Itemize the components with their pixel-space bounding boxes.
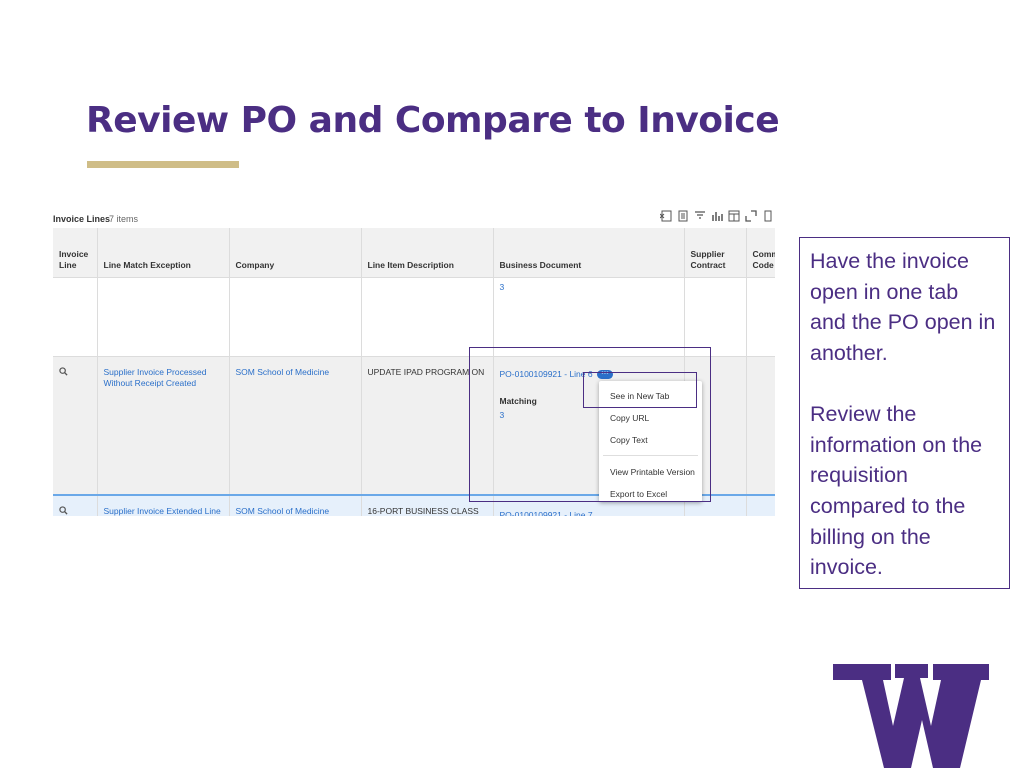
- table-cell: [53, 277, 98, 357]
- line-match-exception-link[interactable]: Supplier Invoice Extended Line: [97, 494, 230, 516]
- table-cell: [229, 277, 362, 357]
- table-cell: [746, 277, 775, 357]
- table-cell: [53, 494, 98, 516]
- line-item-description: UPDATE IPAD PROGRAM ON: [361, 356, 494, 496]
- business-document-link[interactable]: 3: [493, 277, 685, 357]
- column-header-supplier-contract[interactable]: Supplier Contract: [684, 228, 747, 278]
- grid-item-count: 7 items: [109, 214, 139, 224]
- line-item-description: 16-PORT BUSINESS CLASS: [361, 494, 494, 516]
- line-match-exception-link[interactable]: Supplier Invoice Processed Without Recei…: [97, 356, 230, 496]
- column-header-company[interactable]: Company: [229, 228, 362, 278]
- table-cell: [684, 277, 747, 357]
- menu-divider: [603, 455, 698, 456]
- grid-title: Invoice Lines: [53, 214, 111, 224]
- related-actions-menu: See in New Tab Copy URL Copy Text View P…: [599, 381, 702, 502]
- instruction-callout: Have the invoice open in one tab and the…: [799, 237, 1010, 589]
- related-actions-button[interactable]: •••: [596, 370, 613, 380]
- columns-icon[interactable]: [727, 209, 741, 223]
- menu-item-see-in-new-tab[interactable]: See in New Tab: [610, 391, 669, 401]
- search-icon[interactable]: [59, 367, 68, 378]
- export-excel-icon[interactable]: [659, 209, 673, 223]
- column-header-line-item-description[interactable]: Line Item Description: [361, 228, 494, 278]
- company-link[interactable]: SOM School of Medicine: [229, 494, 362, 516]
- table-header-row: Invoice Line Line Match Exception Compan…: [53, 228, 775, 278]
- callout-paragraph: Have the invoice open in one tab and the…: [810, 249, 996, 366]
- more-icon[interactable]: [761, 209, 775, 223]
- menu-item-view-printable-version[interactable]: View Printable Version: [610, 467, 695, 477]
- column-header-line-match-exception[interactable]: Line Match Exception: [97, 228, 230, 278]
- menu-item-copy-url[interactable]: Copy URL: [610, 413, 649, 423]
- menu-item-copy-text[interactable]: Copy Text: [610, 435, 648, 445]
- business-document-link[interactable]: PO-0100109921 - Line 6: [500, 369, 593, 379]
- column-header-invoice-line[interactable]: Invoice Line: [53, 228, 98, 278]
- slide-title: Review PO and Compare to Invoice: [86, 100, 780, 141]
- table-cell: [361, 277, 494, 357]
- column-header-comm-code[interactable]: Comm Code: [746, 228, 775, 278]
- company-link[interactable]: SOM School of Medicine: [229, 356, 362, 496]
- table-row: 3: [53, 277, 775, 357]
- menu-item-export-to-excel[interactable]: Export to Excel: [610, 489, 667, 499]
- search-icon[interactable]: [59, 506, 68, 516]
- export-pdf-icon[interactable]: [676, 209, 690, 223]
- table-cell: [53, 356, 98, 496]
- uw-w-logo: [833, 664, 989, 768]
- chart-icon[interactable]: [710, 209, 724, 223]
- column-header-business-document[interactable]: Business Document: [493, 228, 685, 278]
- title-underline: [87, 161, 239, 168]
- grid-toolbar: [659, 209, 775, 223]
- callout-paragraph: Review the information on the requisitio…: [810, 401, 983, 580]
- table-cell: [746, 494, 775, 516]
- filter-icon[interactable]: [693, 209, 707, 223]
- table-cell: [97, 277, 230, 357]
- fullscreen-icon[interactable]: [744, 209, 758, 223]
- table-cell: [746, 356, 775, 496]
- grid-header: Invoice Lines 7 items: [53, 206, 775, 228]
